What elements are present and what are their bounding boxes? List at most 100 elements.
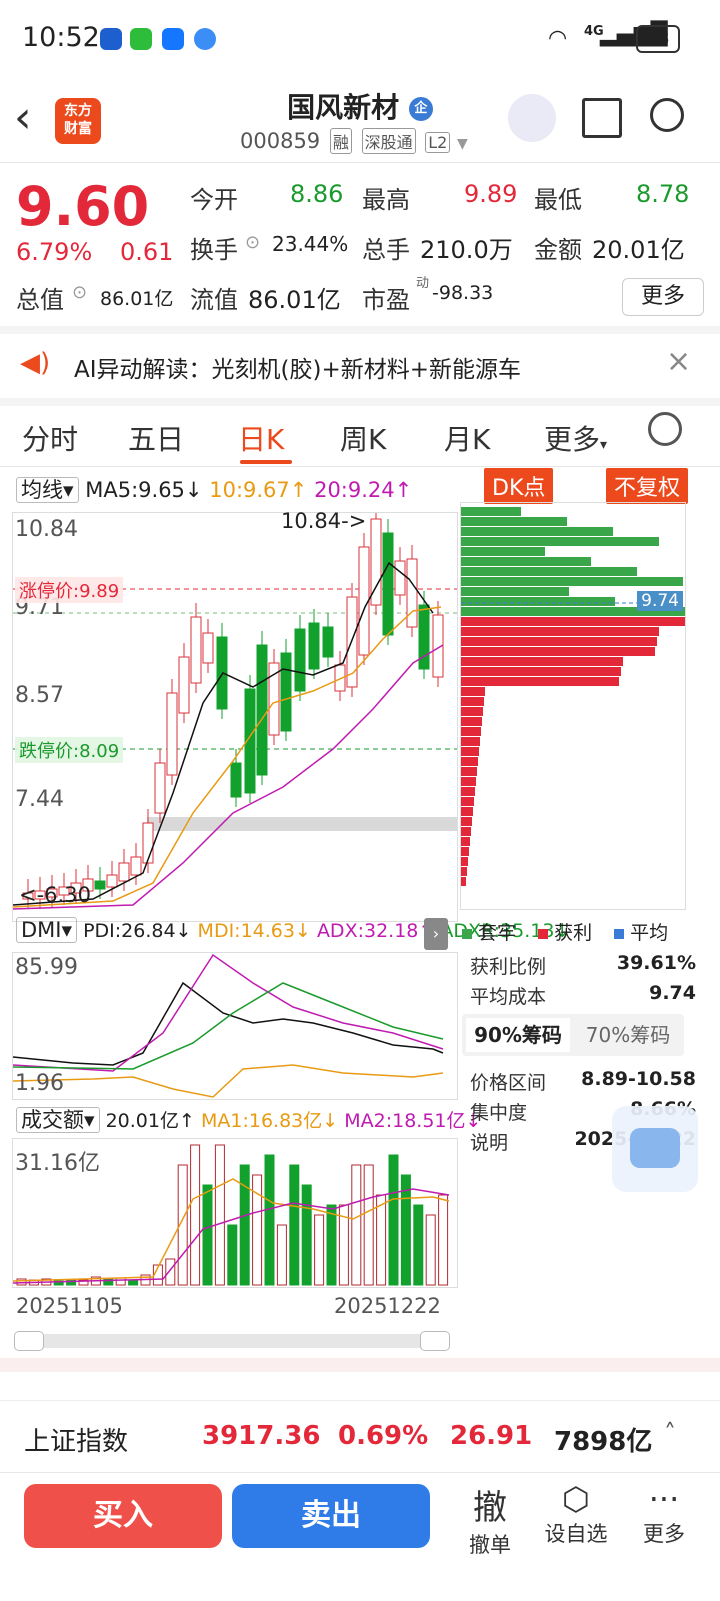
candle <box>94 880 106 890</box>
chip-distribution-panel[interactable]: 9.74 <box>460 502 686 910</box>
enterprise-badge: 企 <box>408 97 433 121</box>
chip-bar <box>461 617 685 626</box>
tab-chip-90[interactable]: 90%筹码 <box>466 1018 570 1052</box>
info-icon[interactable]: ⊙ <box>245 232 260 253</box>
kline-panel[interactable]: 10.84 9.71 8.57 7.44 涨停价:9.89 跌停价:8.09 1… <box>12 509 458 922</box>
dk-point-badge[interactable]: DK点 <box>484 468 554 504</box>
chip-bar <box>461 667 621 676</box>
tab-more-label: 更多 <box>544 423 601 456</box>
candle <box>230 762 242 798</box>
ma5-value: MA5:9.65 <box>85 478 185 502</box>
dmi-chart <box>13 953 444 1098</box>
chevron-up-icon[interactable]: ˄ <box>664 1419 676 1447</box>
volume-panel[interactable]: 31.16亿 <box>12 1138 458 1288</box>
chip-bar <box>461 737 480 746</box>
tab-daily-k[interactable]: 日K <box>238 418 284 458</box>
chip-bar <box>461 627 659 636</box>
range-handle-right[interactable] <box>420 1331 450 1351</box>
chip-bar <box>461 857 468 866</box>
buy-button[interactable]: 买入 <box>24 1484 222 1548</box>
volume-value: 210.0万 <box>420 236 513 264</box>
floating-widget-icon[interactable] <box>612 1106 698 1192</box>
volume-bar <box>376 1194 387 1286</box>
status-time: 10:52 <box>22 22 100 53</box>
chip-legend: 套牢 获利 平均 <box>462 918 668 945</box>
chip-bar <box>461 587 569 596</box>
range-handle-left[interactable] <box>14 1331 44 1351</box>
tag-l2: L2 <box>425 132 451 153</box>
tab-weekly-k[interactable]: 周K <box>340 418 386 458</box>
more-button[interactable]: ··· 更多 <box>634 1480 694 1548</box>
chip-bar <box>461 567 637 576</box>
vol-select-label: 成交额 <box>21 1108 84 1132</box>
adxr-line <box>13 982 444 1070</box>
index-change: 26.91 <box>450 1421 533 1451</box>
settings-icon[interactable] <box>648 412 682 446</box>
current-price: 9.60 <box>16 175 150 238</box>
header-divider <box>0 162 720 163</box>
vol-select[interactable]: 成交额▾ <box>16 1107 100 1133</box>
chip-bar <box>461 797 474 806</box>
legend-swatch-profit <box>538 929 549 939</box>
gap-band <box>147 817 457 831</box>
cancel-order-button[interactable]: 撤 撤单 <box>460 1480 520 1559</box>
dmi-select[interactable]: DMI▾ <box>16 917 78 943</box>
turnover-value: 23.44% <box>272 232 349 256</box>
tab-five-day[interactable]: 五日 <box>128 418 184 458</box>
close-icon[interactable]: × <box>666 344 691 379</box>
volume-bar <box>190 1144 201 1286</box>
alipay-icon <box>162 28 184 50</box>
legend-swatch-trapped <box>462 929 472 939</box>
chip-bar <box>461 527 613 536</box>
open-label: 今开 <box>190 186 238 214</box>
candle <box>178 656 190 714</box>
mktcap-value: 86.01亿 <box>100 288 174 310</box>
section-gap <box>0 398 720 406</box>
volume-bar <box>227 1224 238 1286</box>
tab-intraday[interactable]: 分时 <box>22 418 78 458</box>
search-icon[interactable] <box>650 98 684 132</box>
avg-cost-label: 平均成本 <box>470 986 547 1008</box>
index-name: 上证指数 <box>24 1427 129 1457</box>
sell-button[interactable]: 卖出 <box>232 1484 430 1548</box>
y-label-4: 7.44 <box>15 787 64 812</box>
chip-bar <box>461 727 481 736</box>
tab-underline <box>240 460 292 464</box>
chip-bar <box>461 837 470 846</box>
chip-bar <box>461 707 483 716</box>
tab-chip-70[interactable]: 70%筹码 <box>576 1018 680 1052</box>
volume-bar <box>326 1204 337 1286</box>
dropdown-icon[interactable]: ▼ <box>457 136 468 152</box>
amount-label: 金额 <box>534 236 582 264</box>
adjust-badge[interactable]: 不复权 <box>606 468 689 504</box>
chip-bar <box>461 547 545 556</box>
y-label-3: 8.57 <box>15 683 64 708</box>
cancel-icon: 撤 <box>473 1488 507 1528</box>
tab-more[interactable]: 更多▾ <box>544 418 607 458</box>
more-quote-button[interactable]: 更多 <box>622 278 704 316</box>
price-range-value: 8.89-10.58 <box>581 1068 696 1090</box>
info-icon[interactable]: ⊙ <box>72 282 87 303</box>
share-icon[interactable] <box>582 98 622 138</box>
hexagon-settings-icon: ⬡ <box>562 1480 590 1518</box>
candle <box>166 692 178 776</box>
chip-bar <box>461 657 623 666</box>
tab-monthly-k[interactable]: 月K <box>444 418 490 458</box>
chip-bar <box>461 757 478 766</box>
chip-bar <box>461 847 469 856</box>
ai-insight-bar[interactable]: ◀) AI异动解读：光刻机(胶)+新材料+新能源车 × <box>0 332 720 398</box>
battery-icon: 78 <box>636 25 680 53</box>
open-value: 8.86 <box>290 180 344 208</box>
dmi-panel[interactable]: 85.99 1.96 <box>12 952 458 1100</box>
add-watchlist-button[interactable]: ⬡ 设自选 <box>540 1480 612 1548</box>
stock-name: 国风新材 <box>287 91 400 124</box>
app-notify-icon <box>100 28 122 50</box>
range-scrollbar[interactable] <box>14 1331 450 1351</box>
index-ticker-bar[interactable]: 上证指数 3917.36 0.69% 26.91 7898亿 ˄ <box>0 1400 720 1471</box>
robot-assistant-icon[interactable] <box>508 94 556 142</box>
pdi-value: PDI:26.84 <box>83 920 176 942</box>
expand-icon[interactable]: › <box>424 918 448 950</box>
ma20-value: 20:9.24 <box>314 478 395 502</box>
ma-select[interactable]: 均线▾ <box>16 477 79 503</box>
tab-divider <box>0 466 720 467</box>
